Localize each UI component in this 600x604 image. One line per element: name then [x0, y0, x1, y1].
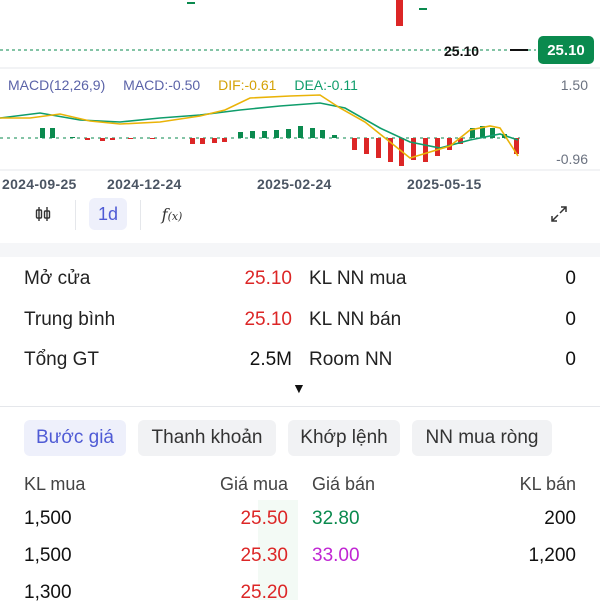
row3-buy-price[interactable]: 25.20 — [188, 582, 288, 604]
histogram-bar — [212, 138, 217, 143]
stat-foreign-sell-label: KL NN bán — [309, 309, 402, 330]
candle — [187, 2, 195, 4]
section-gap — [0, 243, 600, 257]
header-sell-price: Giá bán — [312, 474, 376, 494]
histogram-bar — [250, 131, 255, 138]
histogram-bar — [200, 138, 205, 144]
stat-open-label: Mở cửa — [24, 268, 91, 289]
dif-value: DIF:-0.61 — [218, 77, 277, 93]
section-divider — [0, 406, 600, 407]
stat-total-value: 2.5M — [249, 349, 292, 370]
histogram-bar — [364, 138, 369, 154]
histogram-bar — [128, 138, 133, 139]
function-icon: f(x) — [161, 204, 183, 224]
histogram-bar — [70, 137, 75, 138]
toolbar-divider — [75, 200, 76, 230]
macd-axis-top: 1.50 — [560, 77, 588, 93]
current-price-badge: 25.10 — [538, 36, 594, 64]
expand-icon — [551, 206, 567, 222]
tab-matched-orders[interactable]: Khớp lệnh — [288, 420, 400, 456]
candle — [396, 0, 403, 26]
histogram-bar — [40, 128, 45, 138]
histogram-bar — [376, 138, 381, 158]
header-sell-volume: KL bán — [519, 474, 576, 494]
header-buy-price: Giá mua — [219, 474, 288, 494]
histogram-bar — [150, 138, 155, 139]
histogram-bar — [110, 138, 115, 140]
histogram-bar — [352, 138, 357, 150]
histogram-bar — [274, 130, 279, 138]
histogram-bar — [332, 135, 337, 138]
stat-open-value: 25.10 — [244, 268, 292, 289]
stat-avg-value: 25.10 — [244, 309, 292, 330]
toolbar-divider — [140, 200, 141, 230]
row3-buy-volume: 1,300 — [24, 582, 72, 603]
macd-params: MACD(12,26,9) — [8, 77, 106, 93]
interval-button[interactable]: 1d — [89, 198, 127, 230]
date-label: 2025-05-15 — [407, 176, 482, 192]
row1-buy-price[interactable]: 25.50 — [188, 508, 288, 530]
tab-price-step[interactable]: Bước giá — [24, 420, 126, 456]
candlestick-icon — [35, 207, 51, 221]
histogram-bar — [85, 138, 90, 140]
expand-stats-toggle[interactable]: ▼ — [292, 380, 306, 396]
stat-foreign-buy-label: KL NN mua — [309, 268, 407, 289]
histogram-bar — [320, 130, 325, 138]
histogram-bar — [238, 132, 243, 138]
indicator-button[interactable]: f(x) — [154, 198, 190, 230]
fullscreen-button[interactable] — [541, 198, 577, 230]
row1-sell-price[interactable]: 32.80 — [312, 508, 360, 530]
stat-foreign-sell-value: 0 — [565, 309, 576, 330]
row2-buy-price[interactable]: 25.30 — [188, 545, 288, 567]
histogram-bar — [222, 138, 227, 142]
stat-room-value: 0 — [565, 349, 576, 370]
candle — [419, 8, 427, 10]
stat-foreign-buy-value: 0 — [565, 268, 576, 289]
date-label: 2024-12-24 — [107, 176, 182, 192]
row2-buy-volume: 1,500 — [24, 545, 72, 566]
tab-liquidity[interactable]: Thanh khoản — [138, 420, 276, 456]
date-label: 2024-09-25 — [2, 176, 77, 192]
histogram-bar — [298, 126, 303, 138]
header-buy-volume: KL mua — [24, 474, 86, 494]
row1-sell-volume: 200 — [544, 508, 576, 529]
stat-room-label: Room NN — [309, 349, 393, 370]
histogram-bar — [50, 128, 55, 138]
chart-type-button[interactable] — [25, 198, 61, 230]
date-label: 2025-02-24 — [257, 176, 332, 192]
row2-sell-price[interactable]: 33.00 — [312, 545, 360, 567]
dea-line — [0, 102, 519, 149]
macd-legend: MACD(12,26,9) MACD:-0.50 DIF:-0.61 DEA:-… — [8, 77, 372, 93]
histogram-bar — [310, 128, 315, 138]
histogram-bar — [262, 131, 267, 138]
stat-avg-label: Trung bình — [24, 309, 116, 330]
histogram-bar — [423, 138, 428, 162]
dea-value: DEA:-0.11 — [294, 77, 358, 93]
histogram-bar — [190, 138, 195, 144]
macd-axis-bottom: -0.96 — [556, 151, 588, 167]
macd-value: MACD:-0.50 — [123, 77, 201, 93]
row2-sell-volume: 1,200 — [528, 545, 576, 566]
row1-buy-volume: 1,500 — [24, 508, 72, 529]
dif-line — [0, 94, 519, 159]
stat-total-label: Tổng GT — [24, 349, 99, 370]
histogram-bar — [100, 138, 105, 141]
current-price-label: 25.10 — [444, 43, 480, 59]
histogram-bar — [286, 129, 291, 138]
tab-foreign-net-buy[interactable]: NN mua ròng — [412, 420, 552, 456]
